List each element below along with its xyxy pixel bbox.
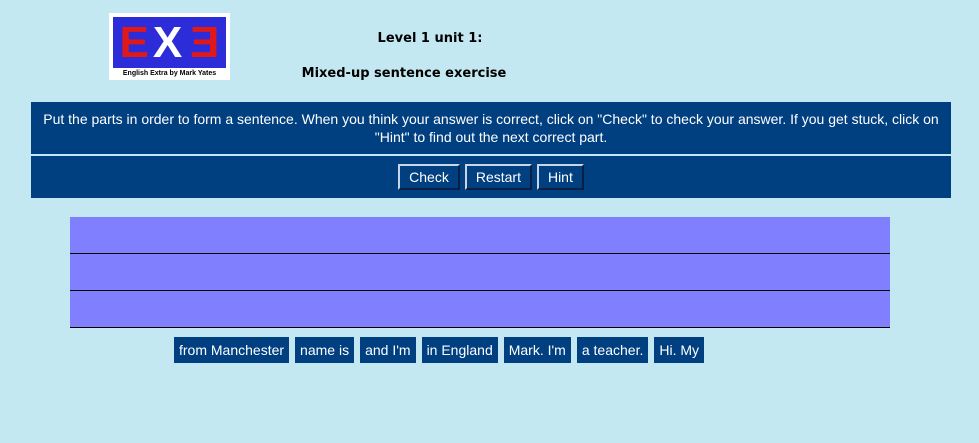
sentence-piece[interactable]: in England [421, 337, 498, 363]
exercise-title: Mixed-up sentence exercise [301, 66, 507, 81]
logo-letter-e: E [119, 17, 153, 67]
sentence-piece[interactable]: from Manchester [174, 337, 290, 363]
logo-letter-x: X [152, 17, 187, 67]
logo-letters: EXE [119, 17, 220, 67]
sentence-piece[interactable]: name is [295, 337, 355, 363]
sentence-piece[interactable]: a teacher. [576, 337, 649, 363]
answer-slot[interactable] [70, 254, 890, 291]
sentence-piece[interactable]: Mark. I'm [503, 337, 571, 363]
sentence-piece[interactable]: Hi. My [654, 337, 705, 363]
restart-button[interactable]: Restart [464, 164, 532, 190]
sentence-pieces: from Manchester name is and I'm in Engla… [174, 337, 705, 363]
instructions-panel: Put the parts in order to form a sentenc… [31, 102, 951, 154]
logo-letter-e-reversed: E [186, 17, 220, 67]
hint-button[interactable]: Hint [536, 164, 584, 190]
sentence-piece[interactable]: and I'm [360, 337, 416, 363]
answer-slot[interactable] [70, 217, 890, 254]
logo-mark: EXE [113, 17, 226, 68]
answer-slot[interactable] [70, 291, 890, 328]
level-title: Level 1 unit 1: [377, 31, 483, 46]
button-bar: Check Restart Hint [31, 156, 951, 198]
check-button[interactable]: Check [398, 164, 460, 190]
logo-caption: English Extra by Mark Yates [122, 70, 217, 77]
site-logo: EXE English Extra by Mark Yates [109, 13, 230, 80]
answer-area [70, 217, 890, 328]
